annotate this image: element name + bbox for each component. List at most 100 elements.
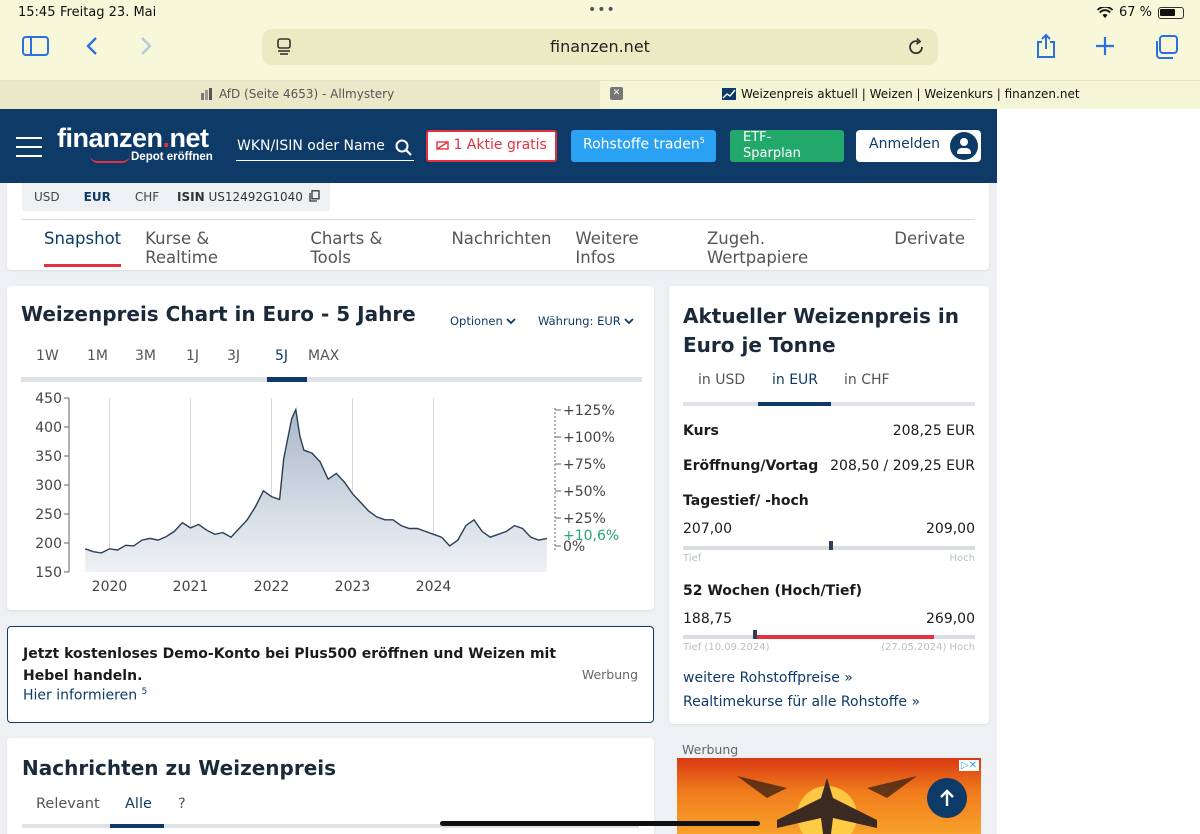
chart-y-tick-label: 450 [35, 391, 62, 407]
range-1m[interactable]: 1M [87, 348, 108, 364]
news-active-indicator [110, 824, 164, 828]
ad-link[interactable]: Hier informieren 5 [23, 687, 147, 704]
options-dropdown[interactable]: Optionen [450, 314, 517, 328]
nav-weitere-infos[interactable]: Weitere Infos [575, 229, 683, 267]
tab-finanzen[interactable]: Weizenpreis aktuell | Weizen | Weizenkur… [722, 87, 1080, 101]
price-currency-tabs: in USD in EUR in CHF [683, 372, 975, 406]
url-bar[interactable]: finanzen.net [262, 29, 938, 65]
price-tab-chf[interactable]: in CHF [844, 372, 890, 388]
range-tabs: 1W 1M 3M 1J 3J 5J MAX [21, 348, 642, 382]
range-3j[interactable]: 3J [227, 348, 240, 364]
adchoices-icon[interactable]: ▷✕ [958, 760, 979, 771]
status-date: Freitag 23. Mai [60, 5, 157, 20]
allmystery-favicon [201, 88, 212, 100]
reload-icon[interactable] [906, 37, 926, 57]
tab-close-icon[interactable]: ✕ [610, 87, 623, 100]
login-label: Anmelden [869, 136, 940, 152]
new-tab-icon[interactable] [1095, 36, 1115, 56]
range-5j[interactable]: 5J [275, 348, 288, 364]
chart-x-tick-label: 2024 [416, 579, 452, 595]
chart-x-tick-label: 2022 [254, 579, 290, 595]
logo-net: net [169, 123, 210, 153]
nav-snapshot[interactable]: Snapshot [44, 229, 122, 267]
realtime-link[interactable]: Realtimekurse für alle Rohstoffe » [683, 694, 920, 710]
search-icon[interactable] [395, 139, 412, 156]
kurs-label: Kurs [683, 423, 719, 439]
ad-box[interactable]: Jetzt kostenloses Demo-Konto bei Plus500… [7, 626, 654, 723]
eroeffnung-value: 208,50 / 209,25 EUR [830, 458, 975, 474]
back-icon[interactable] [86, 36, 98, 56]
currency-dropdown-label: Währung: EUR [538, 314, 621, 328]
home-indicator [440, 821, 760, 826]
free-stock-button[interactable]: 1 Aktie gratis [426, 130, 557, 162]
wochen-range-bar [683, 630, 975, 639]
realtime-label: Realtimekurse für alle Rohstoffe [683, 694, 908, 710]
sidebar-icon[interactable] [22, 36, 49, 56]
double-chevron-icon: » [911, 694, 921, 710]
chart-right-tick-label: +25% [563, 511, 606, 527]
menu-icon[interactable] [16, 137, 42, 164]
range-1w[interactable]: 1W [36, 348, 59, 364]
site-logo[interactable]: finanzen.net [57, 123, 209, 154]
chart-title: Weizenpreis Chart in Euro - 5 Jahre [21, 302, 416, 326]
price-chart[interactable]: 150 200 250 300 350 400 450 +125% +100% +75% +50% +… [7, 386, 654, 610]
logo-swoosh [90, 155, 130, 163]
tages-hoch-caption: Hoch [949, 553, 975, 564]
chart-right-tick-label: +75% [563, 457, 606, 473]
status-right: 67 % [1096, 5, 1184, 20]
nav-charts[interactable]: Charts & Tools [310, 229, 427, 267]
share-icon[interactable] [1036, 33, 1056, 59]
tab-allmystery[interactable]: AfD (Seite 4653) - Allmystery [0, 81, 600, 110]
chart-x-tick-label: 2023 [335, 579, 371, 595]
etf-label-1: ETF- [743, 130, 772, 145]
chart-x-tick-label: 2021 [173, 579, 209, 595]
chart-y-tick-label: 200 [35, 536, 62, 552]
status-time: 15:45 [18, 5, 56, 20]
range-active-indicator [267, 377, 307, 382]
trade-commodities-label: Rohstoffe traden [583, 136, 700, 153]
nav-nachrichten[interactable]: Nachrichten [451, 229, 551, 267]
nav-derivate[interactable]: Derivate [894, 229, 965, 267]
tages-marker [829, 541, 833, 550]
price-tab-eur[interactable]: in EUR [772, 372, 818, 388]
nav-kurse[interactable]: Kurse & Realtime [145, 229, 286, 267]
news-tab-help[interactable]: ? [178, 796, 186, 812]
price-tab-usd[interactable]: in USD [698, 372, 745, 388]
forward-icon[interactable] [140, 36, 152, 56]
copy-icon[interactable] [309, 190, 320, 202]
etf-savings-button[interactable]: ETF- Sparplan [730, 130, 844, 162]
news-tab-relevant[interactable]: Relevant [36, 796, 100, 812]
tages-tief-caption: Tief [683, 553, 702, 564]
range-1j[interactable]: 1J [186, 348, 199, 364]
multitask-dots-icon[interactable]: ••• [588, 2, 616, 18]
user-icon [950, 132, 978, 160]
range-3m[interactable]: 3M [135, 348, 156, 364]
currency-tab-eur[interactable]: EUR [72, 183, 123, 211]
wochen-low: 188,75 [683, 611, 732, 627]
more-commodities-label: weitere Rohstoffpreise [683, 670, 840, 686]
free-stock-label: 1 Aktie gratis [453, 137, 547, 153]
url-text[interactable]: finanzen.net [262, 37, 938, 56]
login-button[interactable]: Anmelden [856, 130, 981, 162]
range-max[interactable]: MAX [308, 348, 339, 364]
isin-box: ISIN US12492G1040 [167, 183, 330, 211]
news-title: Nachrichten zu Weizenpreis [22, 756, 337, 780]
chart-right-tick-label: +125% [563, 403, 615, 419]
isin-value: US12492G1040 [208, 190, 303, 204]
nav-zugeh-wertpapiere[interactable]: Zugeh. Wertpapiere [707, 229, 870, 267]
chart-area [85, 409, 547, 572]
depot-link[interactable]: Depot eröffnen [131, 151, 213, 163]
ad-label: Werbung [581, 667, 638, 682]
currency-tab-usd[interactable]: USD [22, 183, 72, 211]
search-input[interactable]: WKN/ISIN oder Name [236, 135, 414, 161]
currency-tab-chf[interactable]: CHF [123, 183, 171, 211]
chart-card: Weizenpreis Chart in Euro - 5 Jahre Opti… [7, 286, 654, 610]
news-tab-alle[interactable]: Alle [125, 796, 152, 812]
trade-commodities-button[interactable]: Rohstoffe traden5 [571, 130, 716, 162]
tabs-overview-icon[interactable] [1154, 35, 1178, 59]
currency-dropdown[interactable]: Währung: EUR [538, 314, 635, 328]
more-commodities-link[interactable]: weitere Rohstoffpreise » [683, 670, 853, 686]
scroll-top-button[interactable] [927, 778, 967, 818]
instrument-card: USD EUR CHF ISIN US12492G1040 Snapshot K… [7, 183, 989, 270]
trade-commodities-sup: 5 [699, 136, 705, 145]
